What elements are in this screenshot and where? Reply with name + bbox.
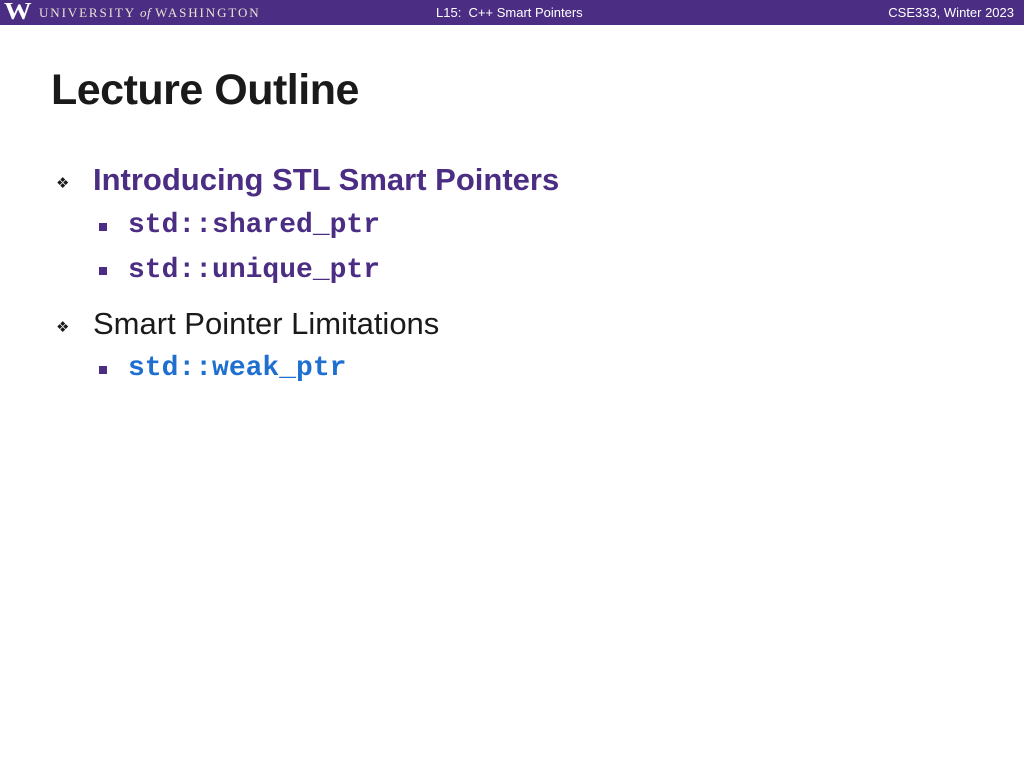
square-bullet-icon: [99, 223, 107, 231]
outline-list: ❖ Introducing STL Smart Pointers std::sh…: [0, 0, 1024, 768]
outline-item-limitations: Smart Pointer Limitations: [93, 306, 440, 341]
outline-subitem-shared-ptr: std::shared_ptr: [128, 210, 381, 241]
diamond-cluster-icon: ❖: [56, 319, 70, 336]
outline-subitem-weak-ptr: std::weak_ptr: [128, 353, 347, 384]
outline-item-smart-pointers: Introducing STL Smart Pointers: [93, 162, 560, 197]
outline-subitem-unique-ptr: std::unique_ptr: [128, 255, 381, 286]
square-bullet-icon: [99, 267, 107, 275]
square-bullet-icon: [99, 366, 107, 374]
diamond-cluster-icon: ❖: [56, 175, 70, 192]
